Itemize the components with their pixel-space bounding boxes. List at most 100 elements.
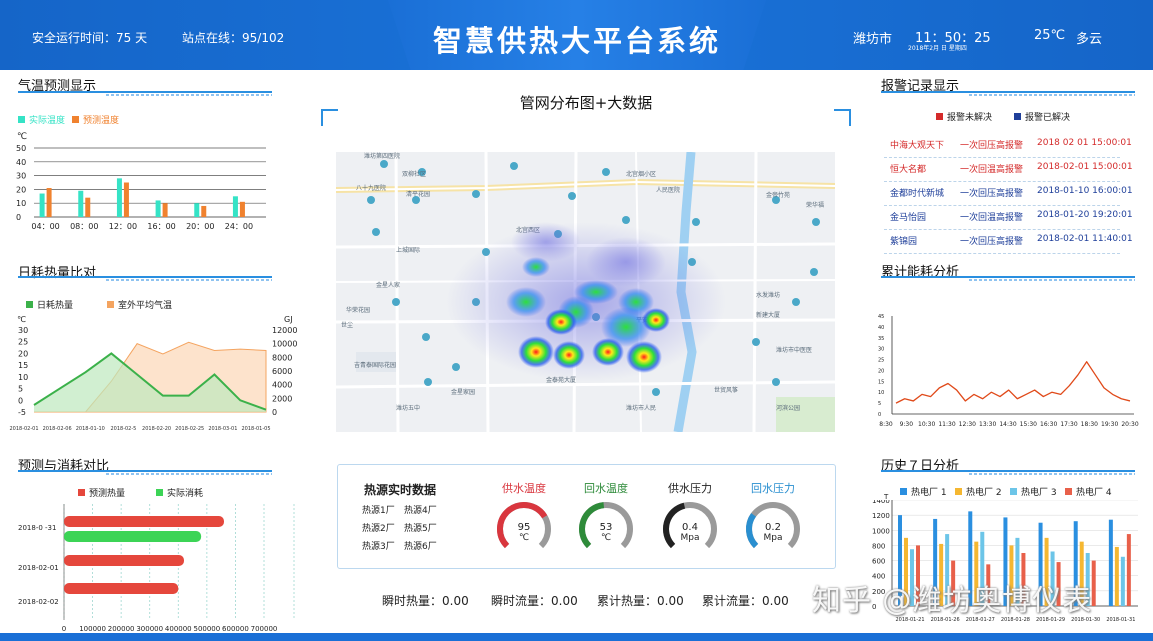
gauge-dial: 0.2Mpa <box>746 502 800 549</box>
temp-bar <box>78 190 84 217</box>
history-legend-4: 热电厂 4 <box>1065 485 1112 498</box>
y-right-tick-label: 12000 <box>272 326 297 335</box>
svg-text:双柳社区: 双柳社区 <box>402 170 426 178</box>
x-tick-label: 13:30 <box>979 421 996 428</box>
temp-bar <box>46 188 52 217</box>
history-legend-3: 热电厂 3 <box>1010 485 1057 498</box>
footer-bar <box>0 633 1153 641</box>
history-bar <box>1120 556 1125 606</box>
x-tick-label: 2018-03-01 <box>208 426 237 432</box>
x-tick-label: 2018-01-05 <box>241 426 270 432</box>
svg-text:世贸风筝: 世贸风筝 <box>714 386 738 394</box>
x-tick-label: 2018-02-5 <box>110 426 136 432</box>
instant-heat-readout: 瞬时热量：0.00 <box>382 594 469 608</box>
comparison-bar <box>64 516 224 527</box>
gauge: 供水温度 95 ℃ <box>488 480 560 560</box>
y-right-tick-label: 0 <box>272 408 277 417</box>
x-tick-label: 14:30 <box>999 421 1016 428</box>
gauge: 供水压力 0.4 Mpa <box>654 480 726 560</box>
y-tick-label: 1000 <box>872 527 890 535</box>
gauge-unit: Mpa <box>764 533 783 543</box>
x-tick-label: 24：00 <box>225 222 253 231</box>
x-tick-label: 2018-02-01 <box>9 426 38 432</box>
alarm-time: 2018-02-01 11:40:01 <box>1037 234 1133 244</box>
svg-text:金帝竹苑: 金帝竹苑 <box>766 191 790 199</box>
comparison-bar <box>64 583 179 594</box>
x-tick-label: 8:30 <box>879 421 893 428</box>
y-left-tick-label: 25 <box>18 338 28 347</box>
x-tick-label: 15:30 <box>1020 421 1037 428</box>
y-right-tick-label: 8000 <box>272 353 292 362</box>
svg-text:新建大厦: 新建大厦 <box>756 311 780 319</box>
y-right-tick-label: 10000 <box>272 340 297 349</box>
history-bar <box>1108 519 1113 606</box>
temp-bar <box>201 205 207 217</box>
daily-heat-chart: 30 25 20 15 10 5 0 -5 12000 10000 8000 6000 4000 2000… <box>9 326 297 432</box>
x-tick-label: 300000 <box>136 625 163 633</box>
realtime-title: 热源实时数据 <box>364 483 437 497</box>
y-tick-label: 1200 <box>872 512 890 520</box>
x-tick-label: 19:30 <box>1101 421 1118 428</box>
y-tick-label: 600 <box>872 558 885 566</box>
alarm-row[interactable]: 恒大名都 一次回温高报警 2018-02-01 15:00:01 <box>884 158 1133 182</box>
x-tick-label: 600000 <box>222 625 249 633</box>
gauge-label: 回水压力 <box>751 482 795 495</box>
alarm-row[interactable]: 金马怡园 一次回温高报警 2018-01-20 19:20:01 <box>884 206 1133 230</box>
svg-text:上城国际: 上城国际 <box>396 246 420 254</box>
history-legend-2: 热电厂 2 <box>955 485 1002 498</box>
x-tick-label: 2018-02-25 <box>175 426 204 432</box>
legend-swatch-icon <box>72 116 79 123</box>
x-tick-label: 20:30 <box>1121 421 1138 428</box>
gauge-unit: Mpa <box>681 533 700 543</box>
y-tick-label: 35 <box>878 336 884 342</box>
y-tick-label: 2018-02-02 <box>18 598 59 606</box>
watermark-text: 知乎 @潍坊奥博仪表 <box>812 583 1093 617</box>
y-left-tick-label: 0 <box>18 396 23 405</box>
y-tick-label: 5 <box>878 401 881 407</box>
temp-forecast-chart: 50 40 30 20 10 0 04：00 08：00 12：00 16：00 20：00 24：0… <box>16 144 266 231</box>
map-title: 管网分布图+大数据 <box>519 94 653 112</box>
x-tick-label: 04：00 <box>31 222 59 231</box>
temp-bar <box>123 182 129 217</box>
svg-text:吉青泰国际花园: 吉青泰国际花园 <box>354 361 396 369</box>
alarm-row[interactable]: 中海大观天下 一次回压高报警 2018 02 01 15:00:01 <box>884 134 1132 158</box>
alarm-event: 一次回压高报警 <box>960 141 1024 151</box>
legend-swatch-icon <box>936 113 943 120</box>
instant-flow-readout: 瞬时流量：0.00 <box>491 594 578 608</box>
temperature-label: 25℃ <box>1034 28 1066 43</box>
alarm-legend-resolved: 报警已解决 <box>1014 110 1070 123</box>
gauge-value: 0.2 <box>765 522 781 533</box>
heat-network-map[interactable]: 潍坊第四医院双柳社区北宫烟小区八十九医院 清平花园北宫西区人民医院金帝竹苑 上城… <box>336 152 835 432</box>
gauge: 回水温度 53 ℃ <box>570 480 642 560</box>
title-underline <box>881 91 1135 96</box>
alarm-time: 2018-01-10 16:00:01 <box>1037 186 1133 196</box>
alarm-row[interactable]: 金都时代新城 一次回压高报警 2018-01-10 16:00:01 <box>884 182 1133 206</box>
forecast-vs-chart: 0 100000 200000 300000 400000 500000 600000 700… <box>18 504 295 633</box>
y-tick-label: 0 <box>16 213 21 222</box>
x-tick-label: 20：00 <box>186 222 214 231</box>
stations-online-label: 站点在线：95/102 <box>182 31 285 45</box>
x-tick-label: 400000 <box>165 625 192 633</box>
title-underline <box>881 470 1135 475</box>
gauge-unit: ℃ <box>519 533 529 543</box>
svg-text:清平花园: 清平花园 <box>406 190 430 198</box>
x-tick-label: 100000 <box>79 625 106 633</box>
title-underline <box>18 91 272 96</box>
y-tick-label: 800 <box>872 542 885 550</box>
x-tick-label: 2018-02-20 <box>142 426 171 432</box>
gauge-value: 53 <box>600 522 613 533</box>
y-left-tick-label: 20 <box>18 349 28 358</box>
gauge-value: 0.4 <box>682 522 698 533</box>
history-bar <box>1126 534 1131 606</box>
y-tick-label: 40 <box>878 325 884 331</box>
legend-swatch-icon <box>18 116 25 123</box>
x-tick-label: 08：00 <box>70 222 98 231</box>
alarm-row[interactable]: 紫锦园 一次回压高报警 2018-02-01 11:40:01 <box>884 230 1133 254</box>
svg-text:北宫烟小区: 北宫烟小区 <box>626 170 656 178</box>
title-underline <box>18 276 272 281</box>
y-right-tick-label: 2000 <box>272 394 292 403</box>
comparison-bar <box>64 531 202 542</box>
alarm-event: 一次回温高报警 <box>960 165 1024 175</box>
y-tick-label: 15 <box>878 379 884 385</box>
y-tick-label: 50 <box>16 144 26 153</box>
